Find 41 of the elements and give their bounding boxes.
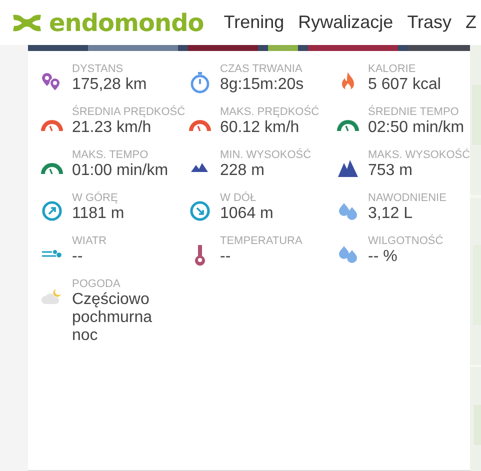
stat-value: 1064 m	[220, 205, 274, 223]
stat-label: CZAS TRWANIA	[220, 62, 304, 76]
stat-label: W GÓRĘ	[72, 191, 119, 205]
stat-value: 02:50 min/km	[368, 119, 464, 137]
stat-label: POGODA	[72, 277, 122, 291]
nav-link[interactable]: Trasy	[407, 12, 452, 33]
stat-value: 60.12 km/h	[220, 119, 300, 137]
stat-label: TEMPERATURA	[220, 234, 302, 248]
stat-label: WILGOTNOŚĆ	[368, 234, 444, 248]
stat-value: -- %	[368, 248, 398, 266]
stat-value: 21.23 km/h	[72, 119, 152, 137]
stat-label: WIATR	[72, 234, 107, 248]
stat-value: 5 607 kcal	[368, 76, 441, 94]
stat-value: 175,28 km	[72, 76, 147, 94]
stat-value: --	[72, 248, 84, 266]
stat-value: 01:00 min/km	[72, 162, 168, 180]
compass-icon	[40, 199, 64, 223]
wind-icon	[41, 249, 63, 258]
stat-value: 8g:15m:20s	[220, 76, 304, 94]
stat-label: ŚREDNIA PRĘDKOŚĆ	[72, 105, 186, 119]
stopwatch-icon	[188, 70, 212, 94]
stat-value: 3,12 L	[368, 205, 414, 223]
stat-value: 1181 m	[72, 205, 124, 223]
nav-link[interactable]: Z	[466, 12, 477, 33]
stat-label: MIN. WYSOKOŚĆ	[220, 148, 312, 162]
stat-label: MAKS. TEMPO	[72, 148, 150, 162]
mountains-icon	[190, 162, 210, 173]
stat-label: KALORIE	[368, 62, 417, 76]
stat-label: MAKS. PRĘDKOŚĆ	[220, 105, 320, 119]
stat-label: NAWODNIENIE	[368, 191, 446, 205]
stat-label: DYSTANS	[72, 62, 124, 76]
stat-label: MAKS. WYSOKOŚĆ	[368, 148, 470, 162]
stat-value: 753 m	[368, 162, 414, 180]
stat-label: ŚREDNIE TEMPO	[368, 105, 460, 119]
compass-icon	[188, 199, 212, 223]
nav-link[interactable]: Rywalizacje	[298, 12, 394, 33]
stat-value: --	[220, 248, 232, 266]
stat-value: 228 m	[220, 162, 266, 180]
nav-link[interactable]: Trening	[224, 12, 284, 33]
stat-value: Częściowo pochmurna noc	[72, 291, 152, 345]
stat-label: W DÓŁ	[220, 191, 258, 205]
